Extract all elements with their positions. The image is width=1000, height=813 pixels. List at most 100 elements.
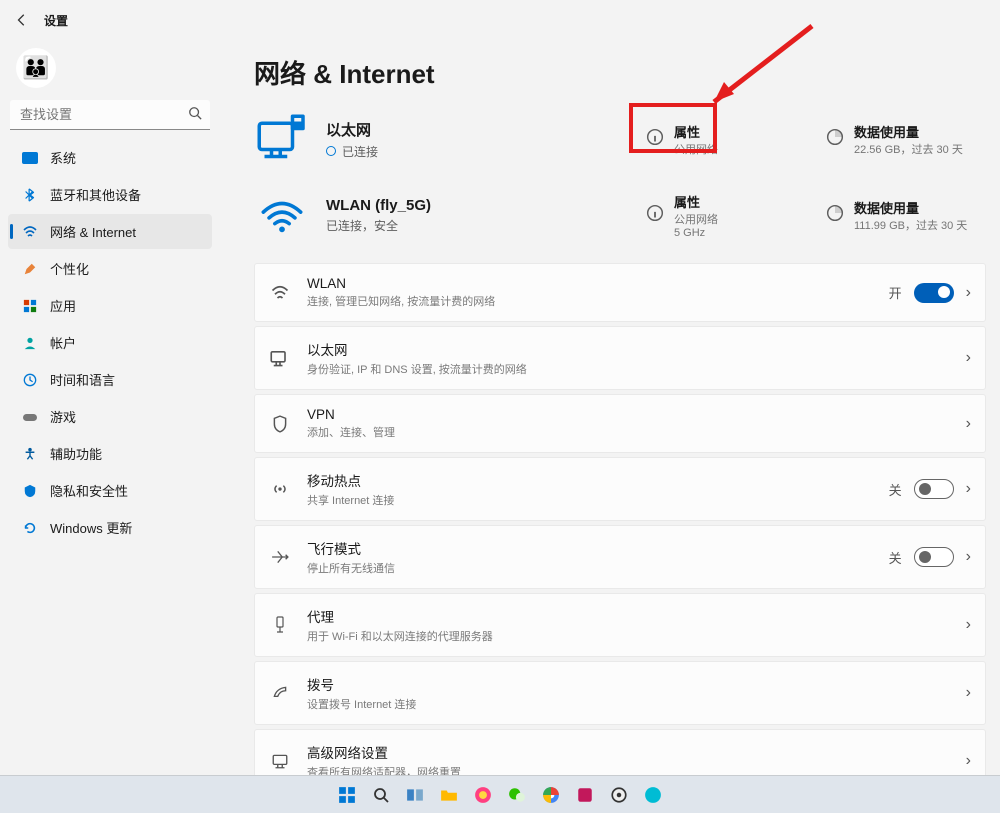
taskbar-search[interactable] <box>367 781 395 809</box>
properties-label: 属性 <box>674 192 718 211</box>
sidebar-item-label: 个性化 <box>50 259 89 278</box>
hotspot-icon <box>269 480 291 498</box>
sidebar-item-system[interactable]: 系统 <box>8 140 212 175</box>
ethernet-title: 以太网 <box>326 119 378 140</box>
card-ethernet[interactable]: 以太网身份验证, IP 和 DNS 设置, 按流量计费的网络 › <box>254 326 986 390</box>
sidebar-item-privacy[interactable]: 隐私和安全性 <box>8 473 212 508</box>
sidebar-item-accounts[interactable]: 帐户 <box>8 325 212 360</box>
start-button[interactable] <box>333 781 361 809</box>
taskbar-app-1[interactable] <box>469 781 497 809</box>
ethernet-art-icon <box>254 111 310 167</box>
apps-icon <box>22 298 38 314</box>
wlan-data-usage-link[interactable]: 数据使用量 111.99 GB，过去 30 天 <box>816 181 986 249</box>
chevron-right-icon: › <box>966 284 971 302</box>
sidebar-item-label: 时间和语言 <box>50 370 115 389</box>
sidebar-item-label: 系统 <box>50 148 76 167</box>
globe-icon <box>326 146 336 156</box>
bluetooth-icon <box>22 187 38 203</box>
wifi-icon <box>269 283 291 303</box>
data-usage-sub: 22.56 GB，过去 30 天 <box>854 141 963 157</box>
chevron-right-icon: › <box>966 616 971 634</box>
airplane-toggle[interactable] <box>914 547 954 567</box>
wlan-properties-link[interactable]: 属性 公用网络 5 GHz <box>636 181 806 249</box>
wlan-title: WLAN (fly_5G) <box>326 197 431 214</box>
data-usage-label: 数据使用量 <box>854 198 967 217</box>
taskbar-app-3[interactable] <box>639 781 667 809</box>
vpn-icon <box>269 415 291 433</box>
properties-sub2: 5 GHz <box>674 227 718 239</box>
card-dialup[interactable]: 拨号设置拨号 Internet 连接 › <box>254 661 986 725</box>
card-proxy[interactable]: 代理用于 Wi-Fi 和以太网连接的代理服务器 › <box>254 593 986 657</box>
taskbar-app-2[interactable] <box>571 781 599 809</box>
sidebar-item-network[interactable]: 网络 & Internet <box>8 214 212 249</box>
properties-sub: 公用网络 <box>674 211 718 227</box>
taskbar-chrome[interactable] <box>537 781 565 809</box>
user-avatar[interactable]: 👪 <box>16 48 56 88</box>
sidebar-item-personalization[interactable]: 个性化 <box>8 251 212 286</box>
personalization-icon <box>22 261 38 277</box>
data-usage-icon <box>826 204 844 227</box>
sidebar-item-accessibility[interactable]: 辅助功能 <box>8 436 212 471</box>
chevron-right-icon: › <box>966 349 971 367</box>
wifi-art-icon <box>254 187 310 243</box>
chevron-right-icon: › <box>966 548 971 566</box>
sidebar-item-label: Windows 更新 <box>50 518 132 537</box>
proxy-icon <box>269 616 291 634</box>
wlan-status: 已连接，安全 <box>326 217 398 234</box>
search-input[interactable] <box>10 100 210 130</box>
search-icon <box>188 106 202 125</box>
advanced-icon <box>269 752 291 770</box>
sidebar-item-windows-update[interactable]: Windows 更新 <box>8 510 212 545</box>
taskbar-explorer[interactable] <box>435 781 463 809</box>
chevron-right-icon: › <box>966 480 971 498</box>
accounts-icon <box>22 335 38 351</box>
windows-update-icon <box>22 520 38 536</box>
sidebar-item-label: 应用 <box>50 296 76 315</box>
data-usage-icon <box>826 128 844 151</box>
properties-sub: 公用网络 <box>674 141 718 157</box>
hotspot-toggle[interactable] <box>914 479 954 499</box>
info-icon <box>646 204 664 227</box>
card-wlan[interactable]: WLAN连接, 管理已知网络, 按流量计费的网络 开› <box>254 263 986 322</box>
chevron-right-icon: › <box>966 415 971 433</box>
sidebar-item-apps[interactable]: 应用 <box>8 288 212 323</box>
page-title: 网络 & Internet <box>254 54 986 91</box>
taskbar <box>0 775 1000 813</box>
sidebar-item-bluetooth[interactable]: 蓝牙和其他设备 <box>8 177 212 212</box>
card-vpn[interactable]: VPN添加、连接、管理 › <box>254 394 986 453</box>
airplane-icon <box>269 548 291 566</box>
data-usage-label: 数据使用量 <box>854 122 963 141</box>
chevron-right-icon: › <box>966 684 971 702</box>
back-button[interactable] <box>12 10 32 30</box>
taskbar-wechat[interactable] <box>503 781 531 809</box>
card-advanced[interactable]: 高级网络设置查看所有网络适配器，网络重置 › <box>254 729 986 780</box>
sidebar-item-label: 隐私和安全性 <box>50 481 128 500</box>
main-content: 网络 & Internet 以太网 已连接 属性 公用网络 <box>220 40 1000 780</box>
network-icon <box>22 224 38 240</box>
chevron-right-icon: › <box>966 752 971 770</box>
wlan-toggle[interactable] <box>914 283 954 303</box>
sidebar-item-time-language[interactable]: 时间和语言 <box>8 362 212 397</box>
sidebar-item-label: 蓝牙和其他设备 <box>50 185 141 204</box>
search-box <box>10 100 210 130</box>
ethernet-data-usage-link[interactable]: 数据使用量 22.56 GB，过去 30 天 <box>816 105 986 173</box>
accessibility-icon <box>22 446 38 462</box>
window-title: 设置 <box>44 12 68 29</box>
system-icon <box>22 150 38 166</box>
ethernet-status: 已连接 <box>342 143 378 160</box>
sidebar-item-label: 帐户 <box>50 333 76 352</box>
dialup-icon <box>269 684 291 702</box>
data-usage-sub: 111.99 GB，过去 30 天 <box>854 217 967 233</box>
time-language-icon <box>22 372 38 388</box>
properties-label: 属性 <box>674 122 718 141</box>
sidebar-item-label: 游戏 <box>50 407 76 426</box>
sidebar-item-label: 辅助功能 <box>50 444 102 463</box>
info-icon <box>646 128 664 151</box>
card-airplane[interactable]: 飞行模式停止所有无线通信 关› <box>254 525 986 589</box>
taskbar-settings[interactable] <box>605 781 633 809</box>
card-hotspot[interactable]: 移动热点共享 Internet 连接 关› <box>254 457 986 521</box>
taskbar-taskview[interactable] <box>401 781 429 809</box>
ethernet-properties-link[interactable]: 属性 公用网络 <box>636 105 806 173</box>
sidebar-item-gaming[interactable]: 游戏 <box>8 399 212 434</box>
sidebar-item-label: 网络 & Internet <box>50 222 136 241</box>
